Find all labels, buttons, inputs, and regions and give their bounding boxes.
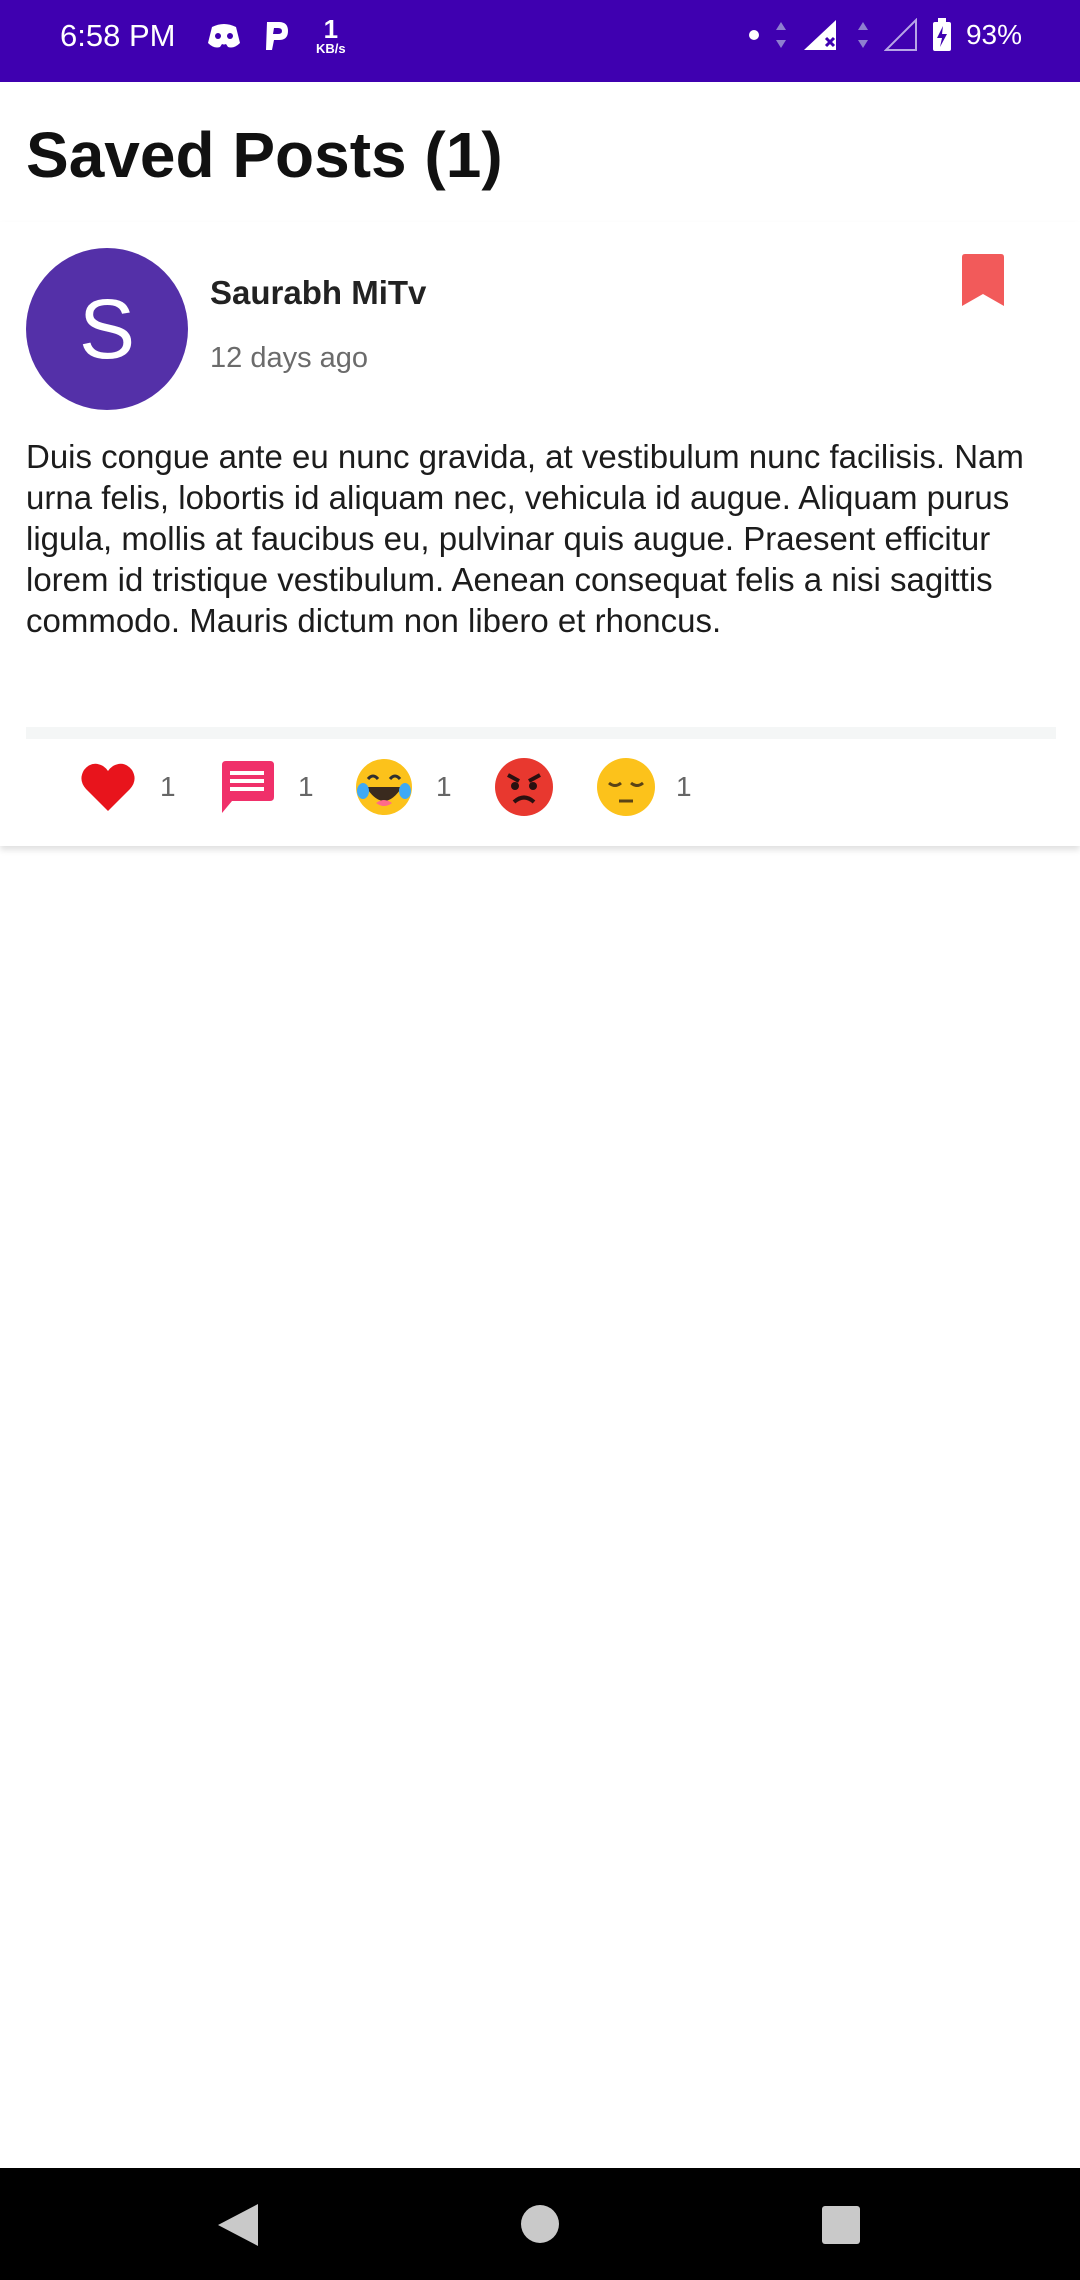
post-author[interactable]: Saurabh MiTv: [210, 274, 426, 312]
system-icons: 93%: [748, 18, 1022, 52]
reaction-count: 1: [160, 771, 176, 802]
bookmark-icon[interactable]: [960, 252, 1006, 308]
reaction-sad[interactable]: 1: [596, 757, 692, 817]
status-bar: 6:58 PM 1 KB/s 93%: [0, 0, 1080, 82]
signal-empty-icon: [883, 18, 917, 51]
reaction-count: 1: [676, 771, 692, 802]
network-speed-unit: KB/s: [316, 41, 346, 56]
network-speed: 1 KB/s: [316, 16, 346, 55]
reaction-comment[interactable]: 1: [216, 757, 314, 817]
reaction-count: 1: [436, 771, 452, 802]
heart-icon[interactable]: [78, 757, 138, 817]
avatar[interactable]: S: [26, 248, 188, 410]
navigation-bar: [0, 2168, 1080, 2280]
dot-icon: [748, 30, 759, 40]
reaction-angry[interactable]: [494, 757, 576, 817]
reaction-bar: 1 1 1 1: [0, 757, 1080, 827]
comment-icon[interactable]: [216, 757, 276, 817]
reaction-count: 1: [298, 771, 314, 802]
paypal-p-icon: [266, 21, 288, 50]
post-body: Duis congue ante eu nunc gravida, at ves…: [26, 438, 1024, 639]
page-title: Saved Posts (1): [26, 119, 503, 191]
laughing-emoji-icon[interactable]: [354, 757, 414, 817]
home-icon[interactable]: [520, 2204, 560, 2244]
battery-percent: 93%: [965, 19, 1022, 50]
notification-icons: 1 KB/s: [206, 16, 346, 55]
divider: [26, 727, 1056, 739]
data-arrows-icon: [775, 22, 786, 48]
data-arrows-icon-2: [857, 22, 868, 48]
back-icon[interactable]: [216, 2202, 260, 2248]
angry-emoji-icon[interactable]: [494, 757, 554, 817]
post-time: 12 days ago: [210, 342, 369, 374]
signal-icon: [803, 20, 836, 50]
status-time: 6:58 PM: [60, 18, 176, 53]
network-speed-value: 1: [323, 14, 339, 44]
sad-emoji-icon[interactable]: [596, 757, 656, 817]
battery-charging-icon: [932, 18, 951, 51]
discord-icon: [208, 23, 240, 47]
reaction-laugh[interactable]: 1: [354, 757, 452, 817]
recents-icon[interactable]: [822, 2206, 860, 2244]
reaction-heart[interactable]: 1: [78, 757, 176, 817]
saved-post-card[interactable]: S Saurabh MiTv 12 days ago Duis congue a…: [0, 222, 1080, 846]
